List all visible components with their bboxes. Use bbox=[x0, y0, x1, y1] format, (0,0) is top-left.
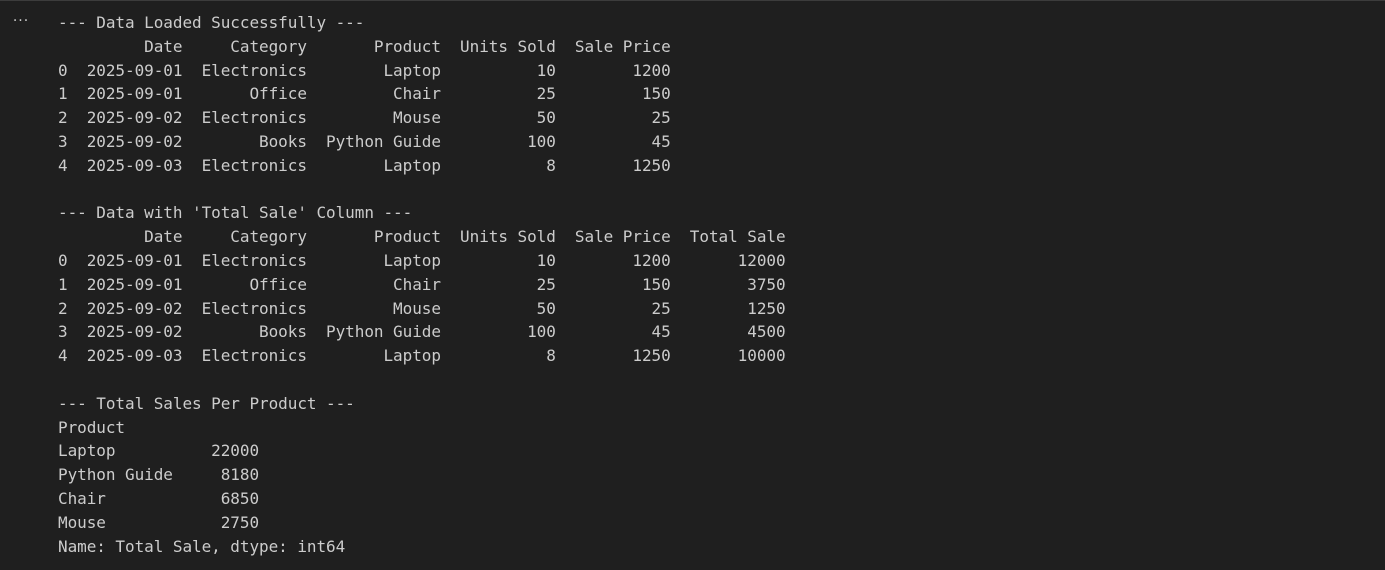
cell-output-text: --- Data Loaded Successfully --- Date Ca… bbox=[58, 11, 786, 558]
table1-header-row: Date Category Product Units Sold Sale Pr… bbox=[58, 36, 671, 56]
table2-header-row: Date Category Product Units Sold Sale Pr… bbox=[58, 227, 786, 247]
series-row: Chair 6850 bbox=[58, 488, 260, 508]
ellipsis-icon: ··· bbox=[12, 13, 30, 29]
series-row: Python Guide 8180 bbox=[58, 465, 260, 485]
cell-output-area: ··· --- Data Loaded Successfully --- Dat… bbox=[0, 0, 1385, 570]
table1-row: 2 2025-09-02 Electronics Mouse 50 25 bbox=[58, 108, 671, 128]
table2-row: 2 2025-09-02 Electronics Mouse 50 25 125… bbox=[58, 298, 786, 318]
table2-row: 1 2025-09-01 Office Chair 25 150 3750 bbox=[58, 274, 786, 294]
table1-row: 1 2025-09-01 Office Chair 25 150 bbox=[58, 84, 671, 104]
table1-row: 0 2025-09-01 Electronics Laptop 10 1200 bbox=[58, 60, 671, 80]
more-actions-button[interactable]: ··· bbox=[8, 10, 34, 32]
output-heading-total-sale: --- Data with 'Total Sale' Column --- bbox=[58, 203, 413, 223]
table2-row: 0 2025-09-01 Electronics Laptop 10 1200 … bbox=[58, 250, 786, 270]
series-row: Laptop 22000 bbox=[58, 441, 260, 461]
output-heading-sales-per-product: --- Total Sales Per Product --- bbox=[58, 393, 355, 413]
output-heading-loaded: --- Data Loaded Successfully --- bbox=[58, 13, 365, 32]
table1-row: 3 2025-09-02 Books Python Guide 100 45 bbox=[58, 131, 671, 151]
series-index-name: Product bbox=[58, 417, 126, 437]
table2-row: 3 2025-09-02 Books Python Guide 100 45 4… bbox=[58, 322, 786, 342]
series-row: Mouse 2750 bbox=[58, 512, 260, 532]
table1-row: 4 2025-09-03 Electronics Laptop 8 1250 bbox=[58, 155, 671, 175]
table2-row: 4 2025-09-03 Electronics Laptop 8 1250 1… bbox=[58, 346, 786, 366]
cell-divider bbox=[0, 0, 1385, 1]
series-footer: Name: Total Sale, dtype: int64 bbox=[58, 536, 346, 556]
